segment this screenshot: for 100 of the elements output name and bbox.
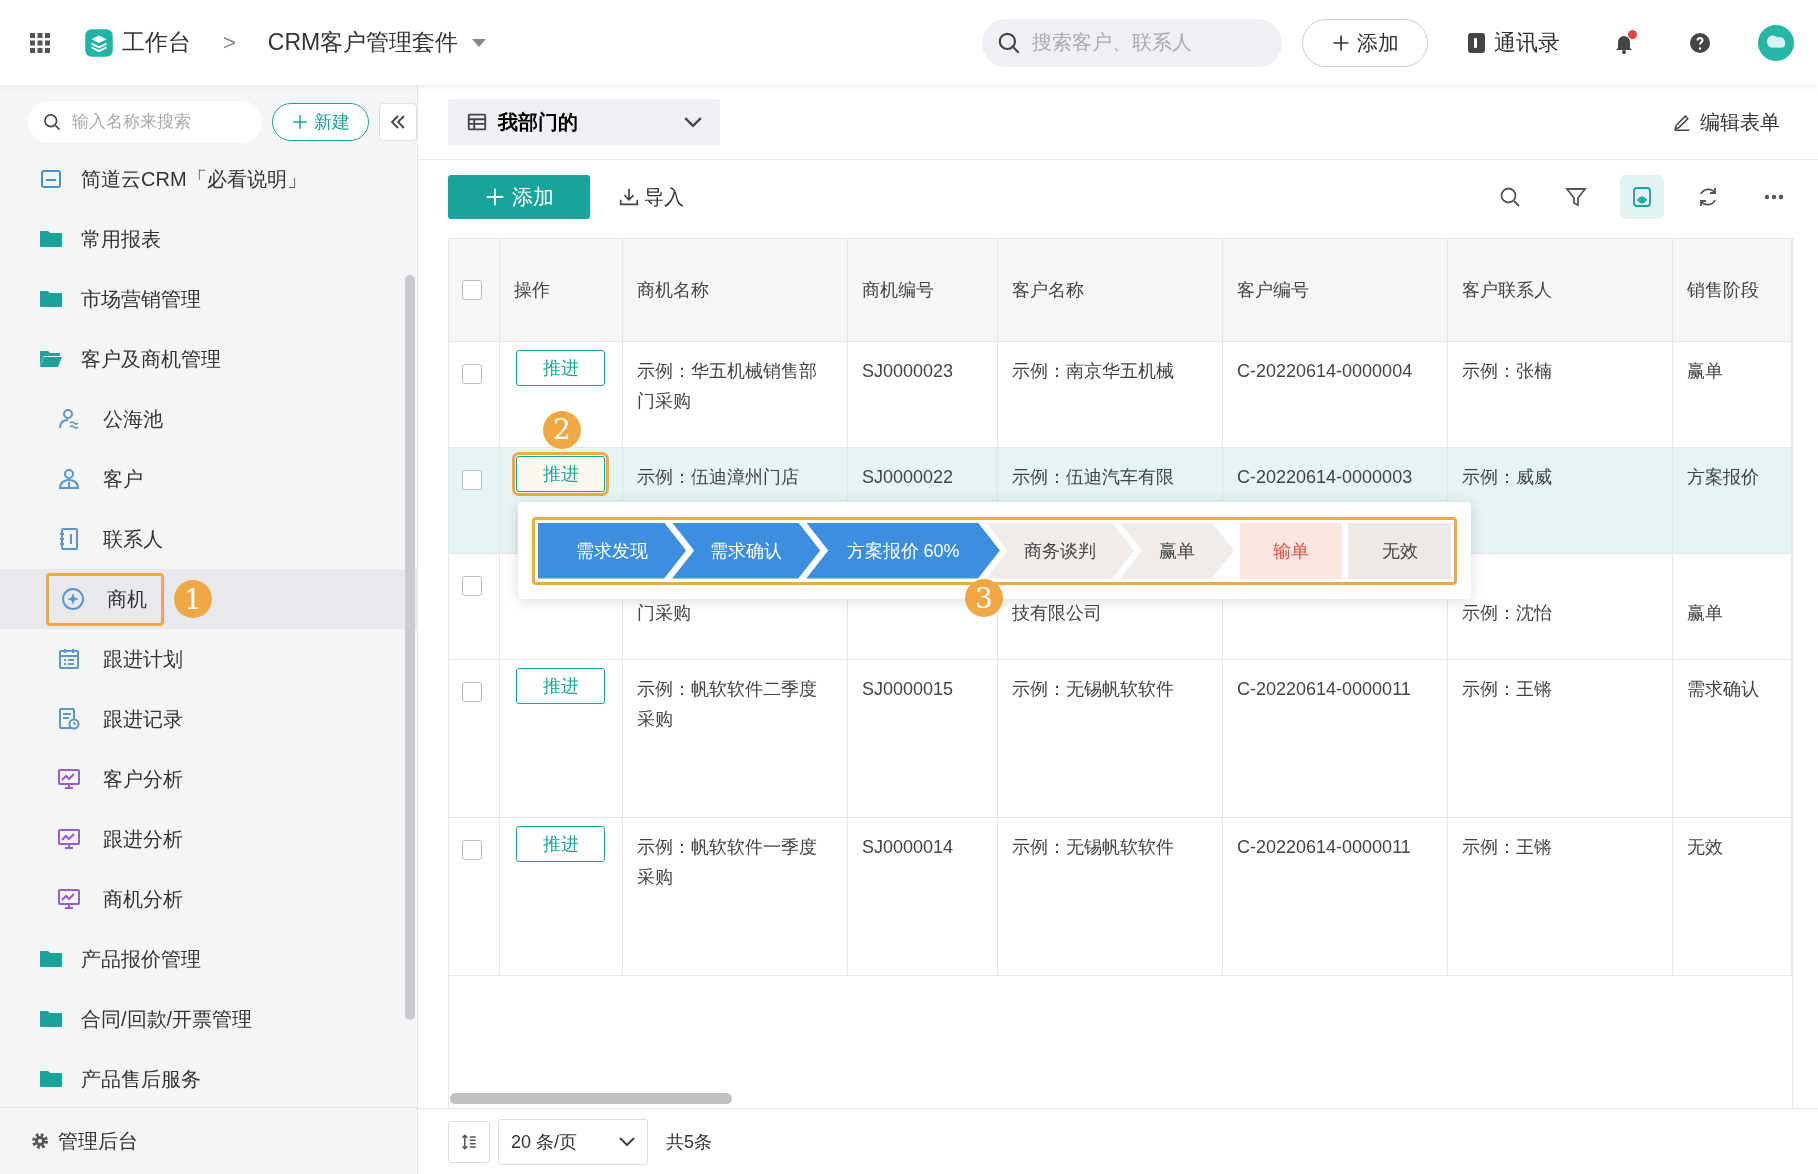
nav-item[interactable]: 合同/回款/开票管理 bbox=[28, 998, 264, 1040]
monitor-chart-icon bbox=[57, 887, 81, 911]
column-header[interactable]: 客户联系人 bbox=[1462, 275, 1552, 305]
table-cell: 示例：沈怡 bbox=[1462, 603, 1552, 623]
nav-item[interactable]: 产品售后服务 bbox=[28, 1058, 212, 1100]
table-cell: 需求确认 bbox=[1687, 679, 1759, 699]
table-cell: 示例：无锡帆软软件 bbox=[1012, 837, 1174, 857]
nav-item[interactable]: 商机 bbox=[46, 572, 164, 626]
checkbox[interactable] bbox=[462, 470, 482, 490]
nav-item[interactable]: 简道云CRM「必看说明」 bbox=[28, 158, 318, 200]
edit-form-button[interactable]: 编辑表单 bbox=[1666, 107, 1786, 137]
callout-badge: 2 bbox=[543, 411, 581, 449]
table-cell: 示例：南京华五机械 bbox=[1012, 361, 1174, 381]
table-cell: 示例：威威 bbox=[1462, 467, 1552, 487]
table-cell: 示例：王锵 bbox=[1462, 679, 1552, 699]
chevron-down-icon bbox=[684, 117, 702, 127]
table-cell: 示例：王锵 bbox=[1462, 837, 1552, 857]
page-size-dropdown[interactable]: 20 条/页 bbox=[498, 1118, 648, 1165]
document-icon bbox=[39, 167, 63, 191]
checkbox[interactable] bbox=[462, 840, 482, 860]
checkbox[interactable] bbox=[462, 364, 482, 384]
app-title[interactable]: CRM客户管理套件 bbox=[267, 27, 459, 58]
table-cell: SJ0000014 bbox=[862, 837, 954, 857]
nav-item[interactable]: 公海池 bbox=[46, 398, 174, 440]
table-cell: SJ0000022 bbox=[862, 467, 954, 487]
column-header[interactable]: 销售阶段 bbox=[1687, 275, 1759, 305]
nav-item[interactable]: 跟进计划 bbox=[46, 638, 194, 680]
stack-logo-icon bbox=[84, 27, 114, 58]
nav-item[interactable]: 商机分析 bbox=[46, 878, 194, 920]
pencil-icon bbox=[1672, 112, 1692, 132]
contacts-link[interactable]: 通讯录 bbox=[1458, 26, 1566, 59]
table-cell: 示例：帆软软件一季度采购 bbox=[637, 837, 817, 887]
monitor-chart-icon bbox=[57, 827, 81, 851]
table-cell: 赢单 bbox=[1687, 361, 1723, 381]
monitor-chart-icon bbox=[57, 767, 81, 791]
table-row[interactable]: 推进 示例：帆软软件一季度采购 SJ0000014 示例：无锡帆软软件 C-20220614-0000011 示例：王锵 无效 bbox=[449, 818, 1792, 976]
plus-icon bbox=[484, 186, 506, 208]
import-button[interactable]: 导入 bbox=[612, 182, 690, 212]
nav-item[interactable]: 客户分析 bbox=[46, 758, 194, 800]
person-icon bbox=[57, 467, 81, 491]
table-cell: C-20220614-0000003 bbox=[1237, 467, 1413, 487]
record-clock-icon bbox=[57, 707, 81, 731]
nav-item[interactable]: 产品报价管理 bbox=[28, 938, 212, 980]
scrollbar[interactable] bbox=[405, 275, 415, 1020]
eye-icon[interactable] bbox=[1620, 175, 1664, 219]
table-cell: 示例：华五机械销售部门采购 bbox=[637, 361, 817, 411]
table-cell: 赢单 bbox=[1687, 603, 1723, 623]
compass-icon bbox=[61, 587, 85, 611]
avatar-icon bbox=[1758, 24, 1794, 61]
table-cell: 方案报价 bbox=[1687, 467, 1759, 487]
plus-icon bbox=[291, 112, 309, 131]
collapse-icon[interactable] bbox=[379, 102, 417, 141]
table-cell: 无效 bbox=[1687, 837, 1723, 857]
callout-badge: 1 bbox=[174, 580, 212, 618]
nav-item[interactable]: 跟进分析 bbox=[46, 818, 194, 860]
table-cell: C-20220614-0000011 bbox=[1237, 837, 1411, 857]
column-header[interactable]: 商机名称 bbox=[637, 275, 709, 305]
gear-icon bbox=[30, 1131, 50, 1151]
checkbox[interactable] bbox=[462, 576, 482, 596]
contact-book-icon bbox=[57, 527, 81, 551]
table-cell: SJ0000023 bbox=[862, 361, 954, 381]
person-waves-icon bbox=[57, 407, 81, 431]
calendar-list-icon bbox=[57, 647, 81, 671]
table-cell: 示例：伍迪汽车有限 bbox=[1012, 467, 1174, 487]
stage-step[interactable]: 商务谈判 bbox=[985, 522, 1134, 579]
stage-step[interactable]: 赢单 bbox=[1120, 522, 1234, 579]
download-icon bbox=[618, 186, 640, 208]
view-dropdown[interactable]: 我部门的 bbox=[448, 99, 720, 145]
table-icon bbox=[466, 111, 488, 133]
caret-down-icon bbox=[472, 38, 487, 47]
nav-item[interactable]: 客户 bbox=[46, 458, 154, 500]
checkbox[interactable] bbox=[462, 280, 482, 300]
add-button[interactable]: 添加 bbox=[1302, 18, 1428, 67]
table-cell: C-20220614-0000004 bbox=[1237, 361, 1413, 381]
table-cell: 示例：无锡帆软软件 bbox=[1012, 679, 1174, 699]
nav-item[interactable]: 市场营销管理 bbox=[28, 278, 212, 320]
column-header[interactable]: 客户名称 bbox=[1012, 275, 1084, 305]
table-cell: 技有限公司 bbox=[1012, 603, 1102, 623]
search-field[interactable]: 输入名称来搜索 bbox=[28, 100, 262, 143]
column-header[interactable]: 操作 bbox=[514, 275, 550, 305]
workspace-link[interactable]: 工作台 bbox=[122, 27, 191, 58]
table-cell: 示例：张楠 bbox=[1462, 361, 1552, 381]
nav-item[interactable]: 常用报表 bbox=[28, 218, 172, 260]
column-header[interactable]: 商机编号 bbox=[862, 275, 934, 305]
scrollbar[interactable] bbox=[450, 1093, 732, 1104]
total-count: 共5条 bbox=[666, 1130, 712, 1154]
chevron-down-icon bbox=[619, 1137, 635, 1146]
nav-item[interactable]: 跟进记录 bbox=[46, 698, 194, 740]
table-cell: 门采购 bbox=[637, 603, 691, 623]
admin-link[interactable]: 管理后台 bbox=[30, 1127, 138, 1155]
checkbox[interactable] bbox=[462, 682, 482, 702]
table-cell: C-20220614-0000011 bbox=[1237, 679, 1411, 699]
table-row[interactable]: 推进 示例：帆软软件二季度采购 SJ0000015 示例：无锡帆软软件 C-20220614-0000011 示例：王锵 需求确认 bbox=[449, 660, 1792, 818]
nav-item[interactable]: 联系人 bbox=[46, 518, 174, 560]
search-field[interactable]: 搜索客户、联系人 bbox=[982, 18, 1282, 67]
stage-step[interactable]: 无效 bbox=[1348, 522, 1451, 579]
column-header[interactable]: 客户编号 bbox=[1237, 275, 1309, 305]
nav-item[interactable]: 客户及商机管理 bbox=[28, 338, 232, 380]
breadcrumb-separator: > bbox=[223, 29, 236, 56]
row-height-icon[interactable] bbox=[448, 1120, 490, 1163]
